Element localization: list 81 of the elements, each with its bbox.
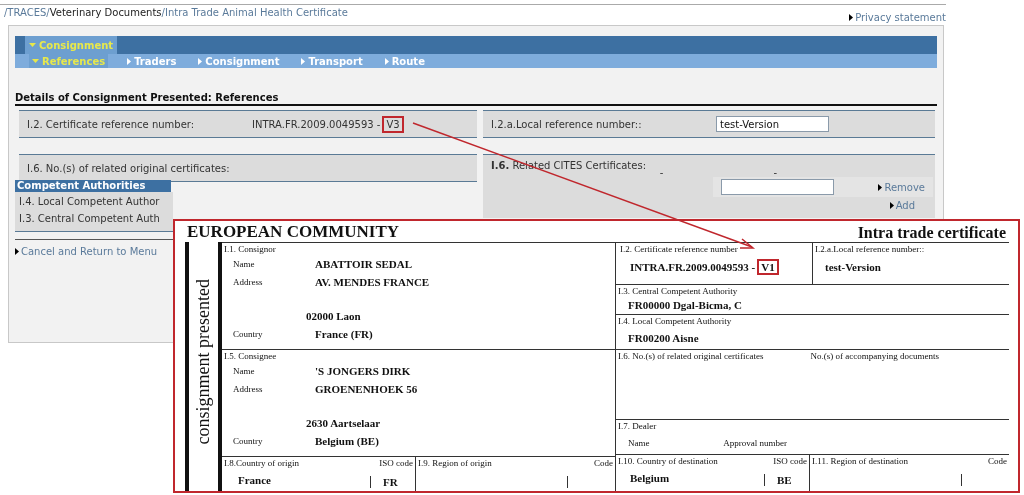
field-heading: No.(s) of accompanying documents xyxy=(810,350,940,362)
field-heading: I.3. Central Competent Authority xyxy=(618,285,739,297)
field-value: Belgium (BE) xyxy=(315,435,379,447)
document-type: Intra trade certificate xyxy=(857,224,1006,242)
field-heading: ISO code xyxy=(378,457,414,470)
field-label: Name xyxy=(628,438,650,448)
caret-icon xyxy=(32,59,39,63)
field-heading: I.6. No.(s) of related original certificates xyxy=(618,350,765,362)
add-link[interactable]: Add xyxy=(889,200,915,211)
privacy-link[interactable]: Privacy statement xyxy=(849,5,946,25)
column-header: - xyxy=(773,169,777,177)
input-field[interactable]: test-Version xyxy=(716,116,829,132)
field-value: 'S JONGERS DIRK xyxy=(315,365,411,377)
remove-link[interactable]: Remove xyxy=(878,181,925,193)
field-heading: I.11. Region of destination xyxy=(809,455,961,468)
field-heading: I.2.a.Local reference number:: xyxy=(815,243,926,255)
field-value: GROENENHOEK 56 xyxy=(315,383,418,395)
triangle-icon xyxy=(198,57,203,65)
field-heading: I.1. Consignor xyxy=(224,243,277,255)
subnav-tab[interactable]: Transport xyxy=(298,54,366,68)
field-value: INTRA.FR.2009.0049593 - V1 xyxy=(620,255,810,273)
field-heading: ISO code xyxy=(772,455,808,468)
field-label: I.4. Local Competent Author xyxy=(18,195,161,209)
input-field[interactable] xyxy=(721,179,834,195)
field-value: INTRA.FR.2009.0049593 - xyxy=(252,118,381,130)
field-label: Country xyxy=(232,436,264,446)
field-heading: I.8.Country of origin xyxy=(223,457,300,470)
column-header: - xyxy=(659,169,664,177)
document-title: EUROPEAN COMMUNITY xyxy=(187,222,400,242)
field-label: I.2. Certificate reference number: xyxy=(27,118,196,130)
field-value: BE xyxy=(764,474,809,486)
field-value: 02000 Laon xyxy=(306,310,361,322)
field-label: Country xyxy=(232,329,264,339)
section-tab[interactable]: Consignment xyxy=(25,36,118,54)
field-value: FR00200 Aisne xyxy=(627,331,700,344)
triangle-icon xyxy=(301,57,306,65)
triangle-icon xyxy=(15,248,19,255)
field-label: Name xyxy=(232,259,256,269)
breadcrumb-item: Veterinary Documents xyxy=(49,7,162,20)
triangle-icon xyxy=(384,57,389,65)
field-heading: I.4. Local Competent Authority xyxy=(618,315,733,327)
version-number: V1 xyxy=(757,259,779,275)
field-heading: Code xyxy=(987,455,1008,468)
field-label: Address xyxy=(232,277,264,287)
field-label: I.2.a.Local reference number:: xyxy=(491,118,643,130)
field-label: Name xyxy=(232,366,256,376)
subnav-tab[interactable]: Traders xyxy=(124,54,180,68)
field-value: FR xyxy=(370,476,415,488)
subnav-tab[interactable]: Consignment xyxy=(195,54,283,68)
panel-header: Competent Authorities xyxy=(15,180,171,192)
field-heading: I.10. Country of destination xyxy=(617,455,719,468)
field-value: Belgium xyxy=(629,471,671,486)
field-value: test-Version xyxy=(824,260,882,273)
subnav-tab[interactable]: Route xyxy=(381,54,428,68)
field-heading: I.9. Region of origin xyxy=(415,457,567,470)
triangle-icon xyxy=(878,183,883,191)
field-value: 2630 Aartselaar xyxy=(306,417,381,429)
field-heading: I.7. Dealer xyxy=(618,420,658,432)
subnav-tab[interactable]: References xyxy=(29,54,109,68)
field-heading: I.5. Consignee xyxy=(224,350,278,362)
triangle-icon xyxy=(127,57,132,65)
field-value: France xyxy=(237,473,272,488)
field-value: ABATTOIR SEDAL xyxy=(315,258,413,270)
field-label: Address xyxy=(232,384,264,394)
section-title: Details of Consignment Presented: References xyxy=(15,92,937,106)
caret-icon xyxy=(29,43,36,47)
field-heading: Code xyxy=(593,457,614,470)
cancel-link[interactable]: Cancel and Return to Menu xyxy=(15,246,171,257)
triangle-icon xyxy=(889,202,894,209)
field-value: AV. MENDES FRANCE xyxy=(315,276,430,288)
field-value: FR00000 Dgal-Bicma, C xyxy=(627,298,743,311)
breadcrumb-link[interactable]: /Intra Trade Animal Health Certificate xyxy=(161,7,348,25)
version-number: V3 xyxy=(382,115,404,133)
field-value: France (FR) xyxy=(315,328,373,340)
field-heading: I.2. Certificate reference number xyxy=(620,243,739,255)
field-label: Approval number xyxy=(723,438,787,448)
breadcrumb-link[interactable]: /TRACES/ xyxy=(4,7,50,25)
side-label: consignment presented xyxy=(193,279,214,445)
field-label: I.6. No.(s) of related original certificates: xyxy=(27,162,230,174)
triangle-icon xyxy=(849,13,854,21)
field-label: I.3. Central Competent Auth xyxy=(18,212,161,226)
